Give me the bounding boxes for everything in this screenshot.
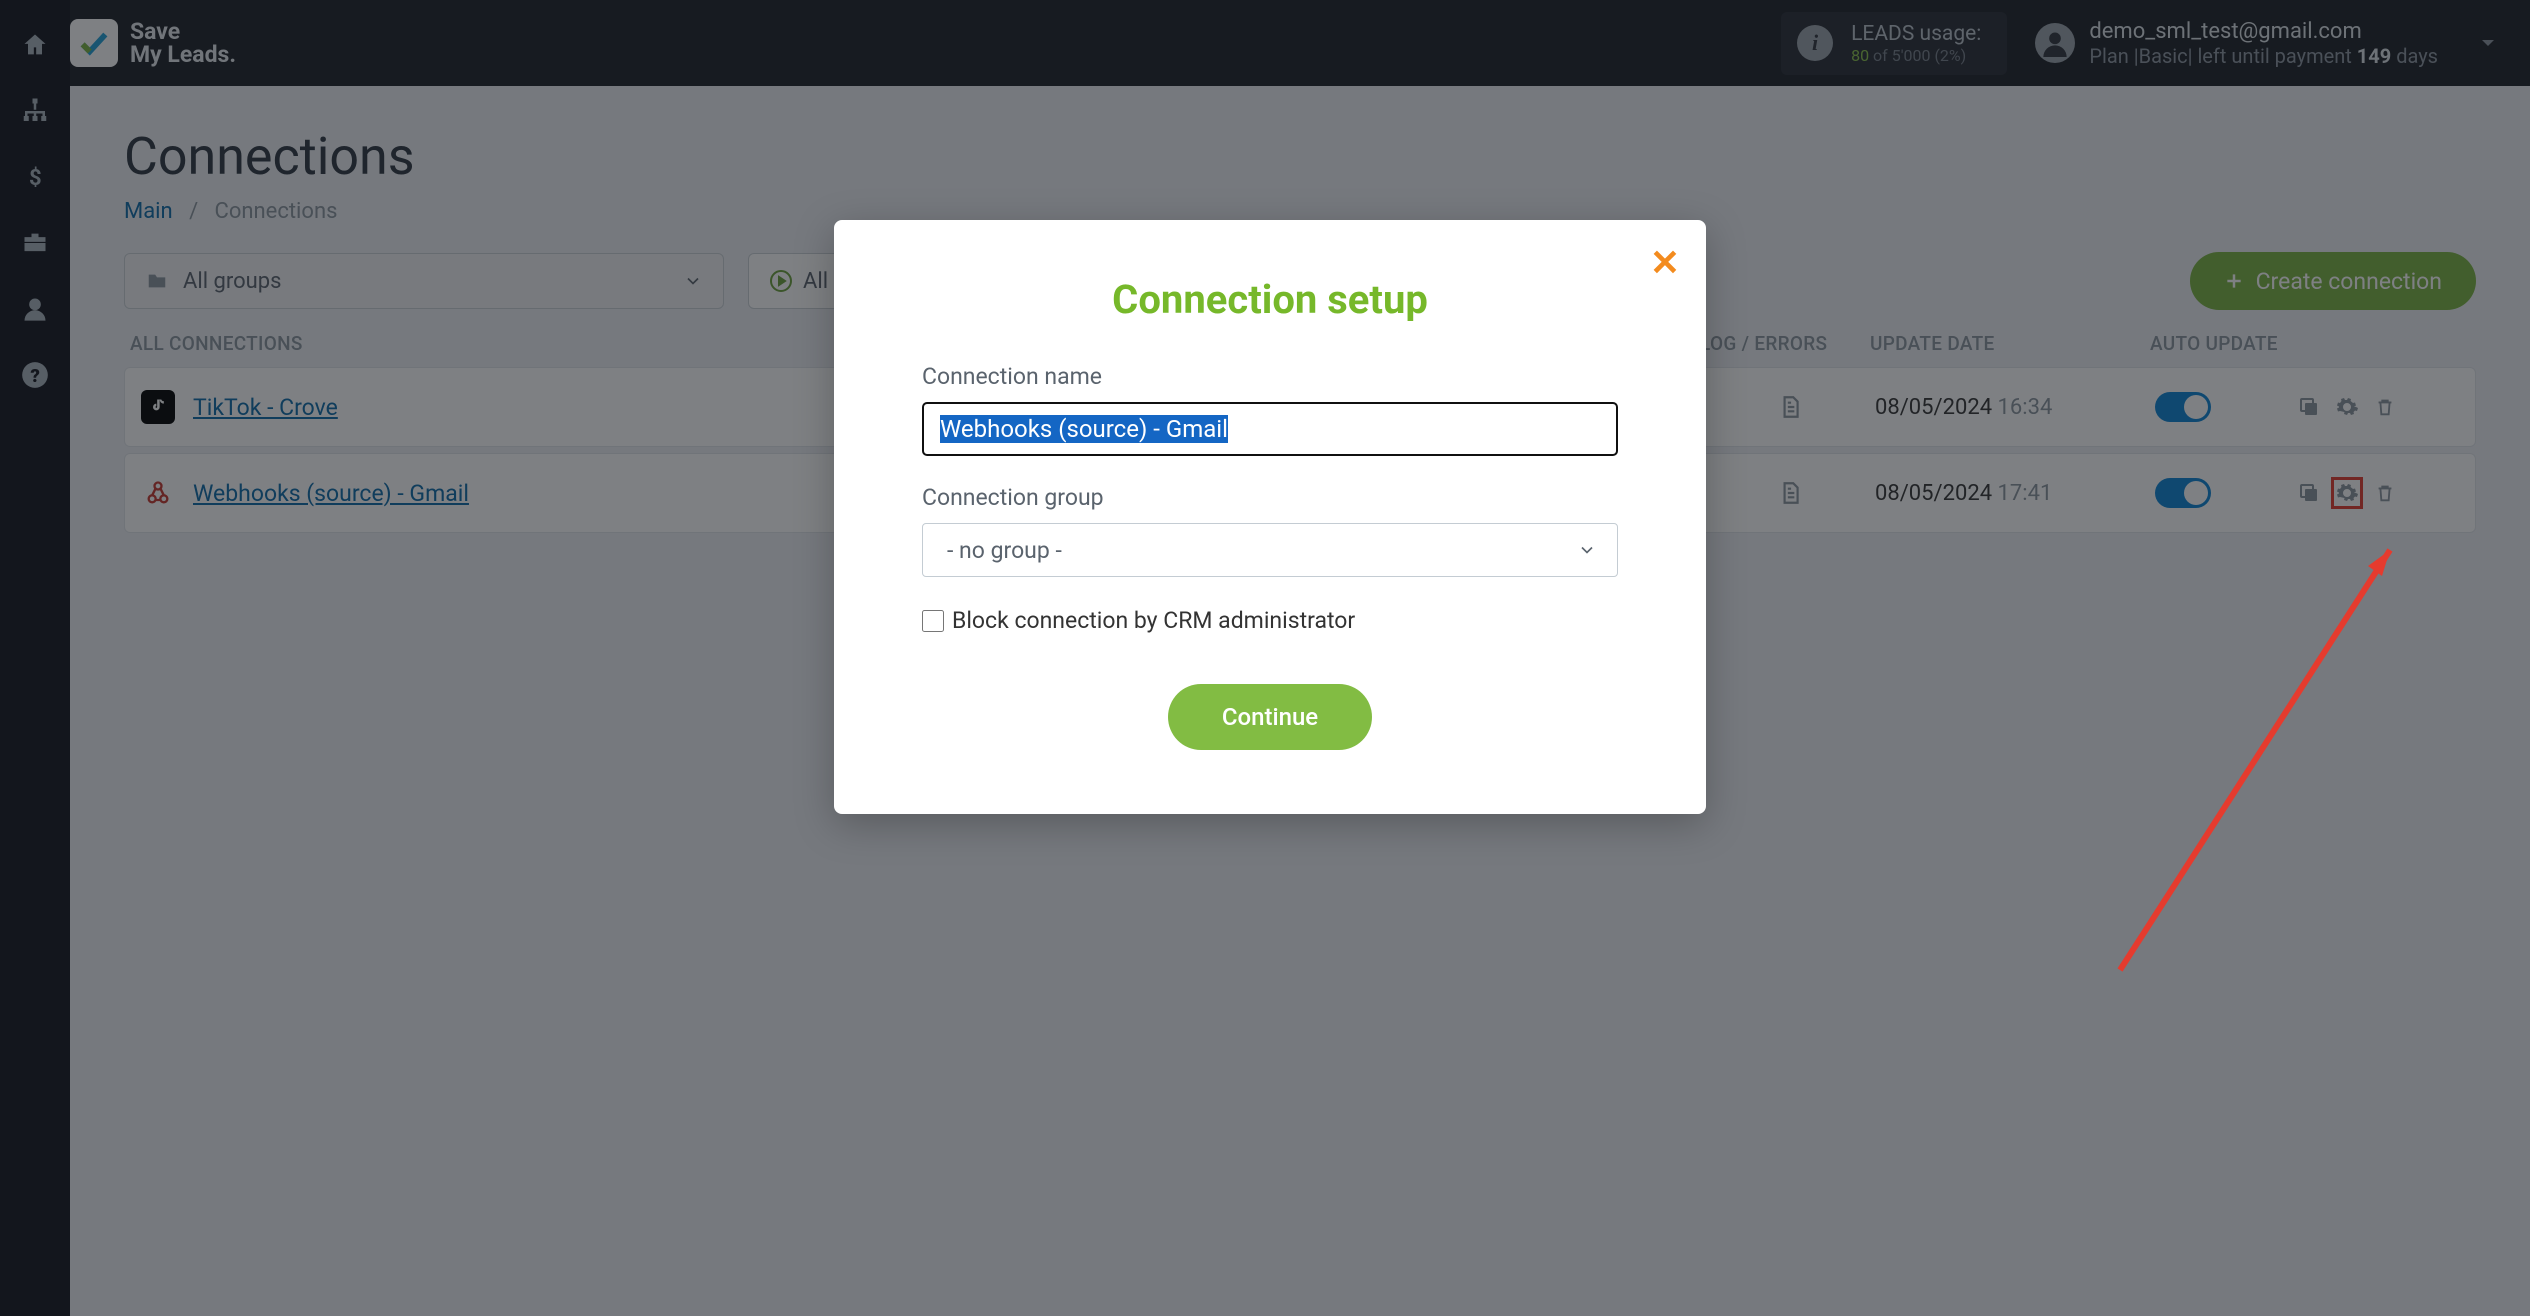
connection-name-label: Connection name — [922, 363, 1618, 390]
connection-group-select[interactable]: - no group - — [922, 523, 1618, 577]
chevron-down-icon — [1577, 540, 1597, 560]
connection-setup-modal: ✕ Connection setup Connection name Conne… — [834, 220, 1706, 814]
block-connection-label: Block connection by CRM administrator — [952, 607, 1355, 634]
close-icon[interactable]: ✕ — [1650, 242, 1680, 284]
modal-title: Connection setup — [922, 276, 1618, 323]
connection-group-label: Connection group — [922, 484, 1618, 511]
block-connection-checkbox[interactable] — [922, 610, 944, 632]
connection-name-input[interactable] — [922, 402, 1618, 456]
continue-button[interactable]: Continue — [1168, 684, 1372, 750]
